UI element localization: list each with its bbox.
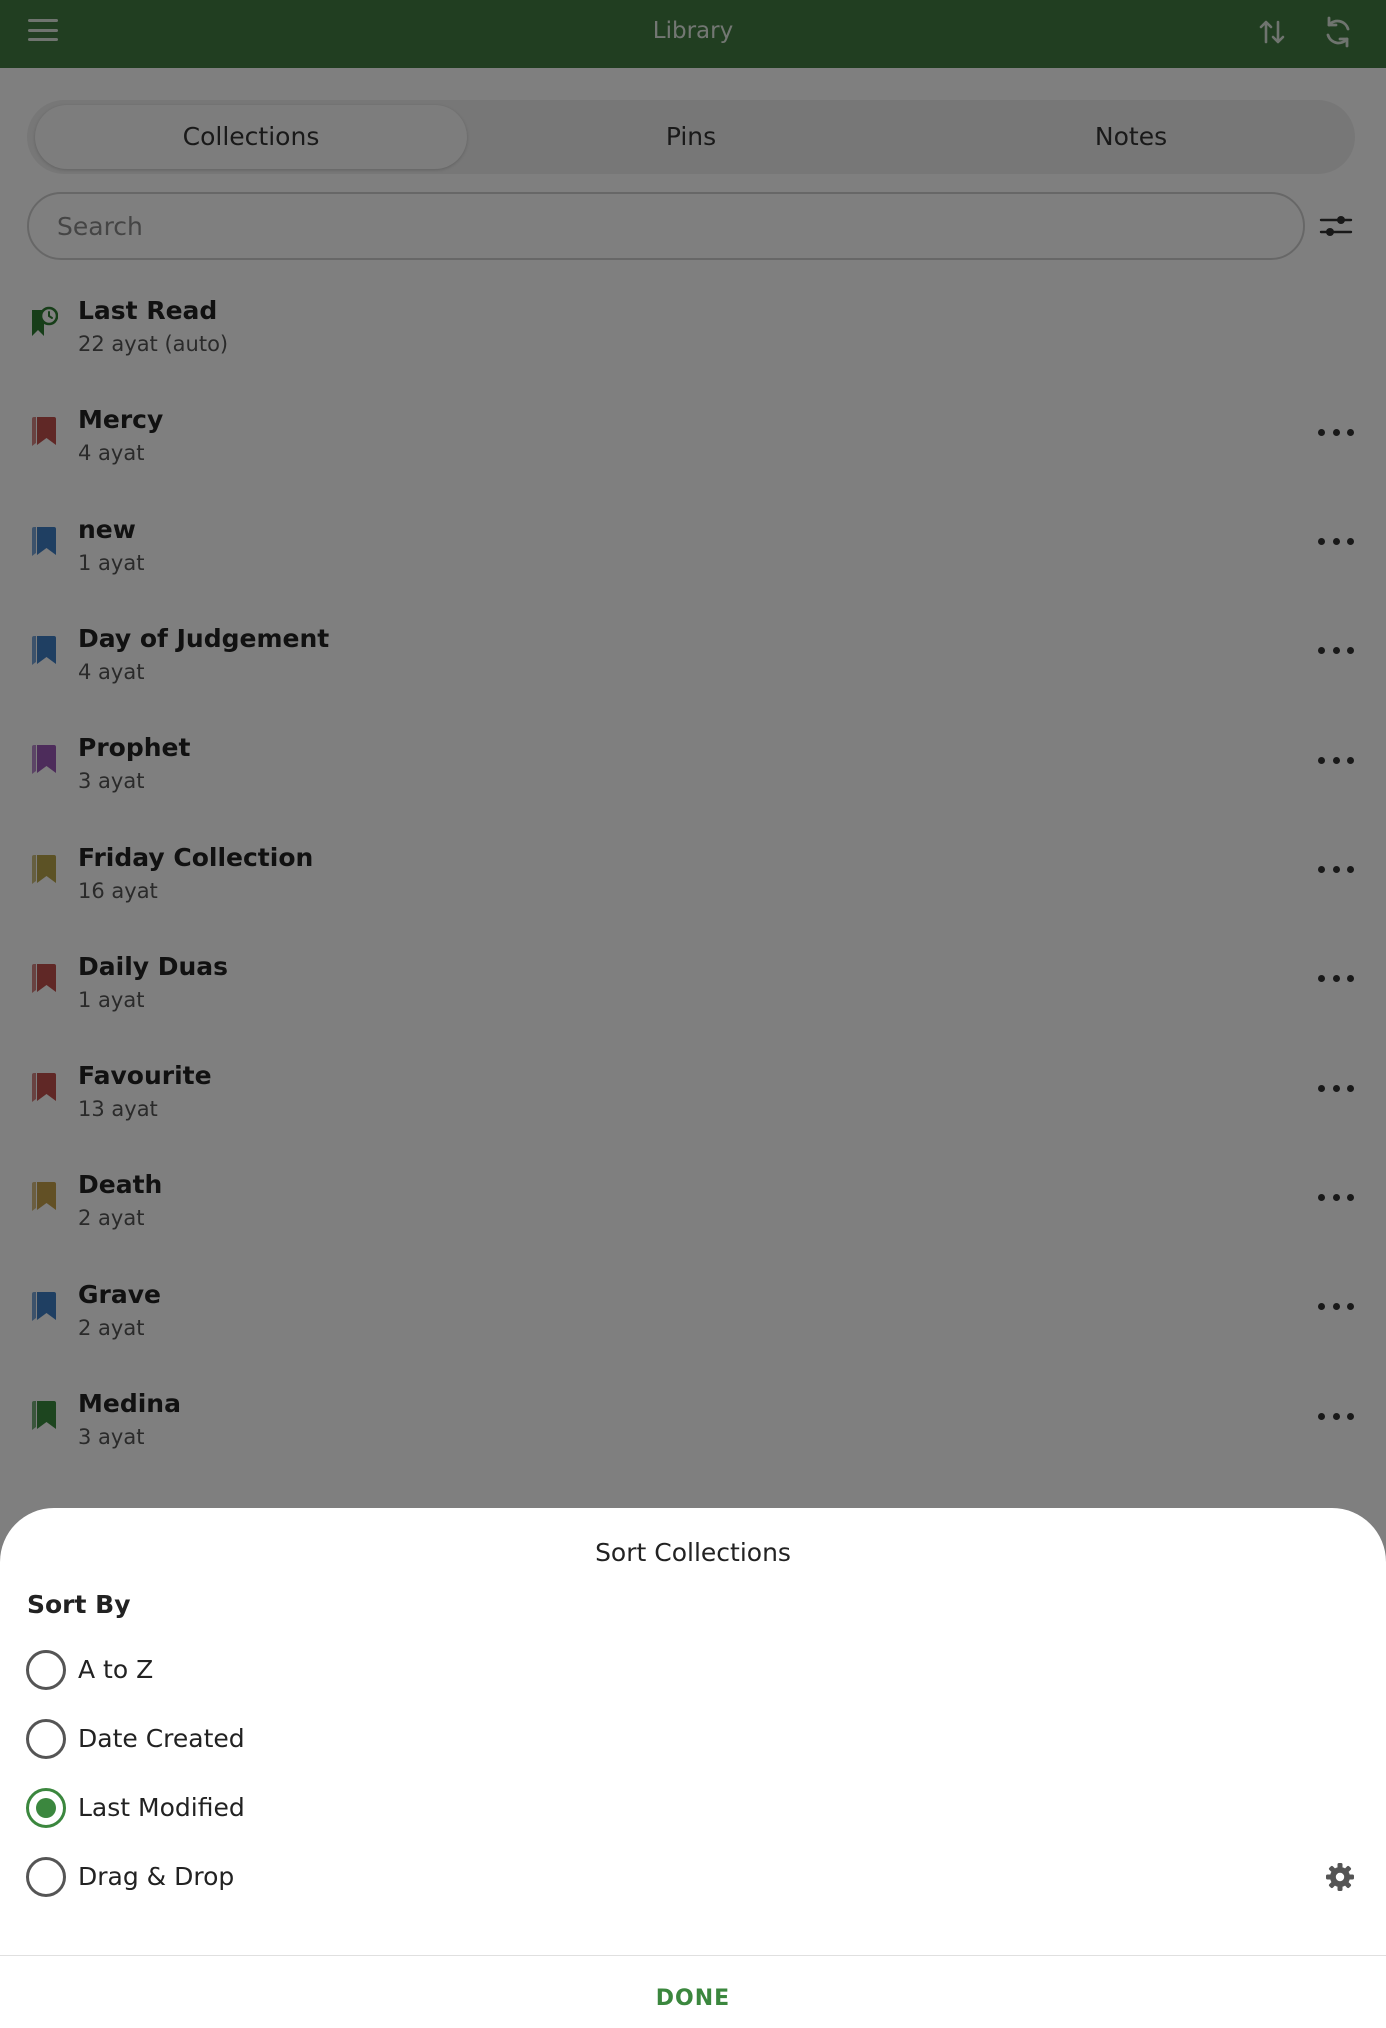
radio-date-created[interactable]: [26, 1719, 66, 1759]
gear-icon[interactable]: [1324, 1861, 1356, 1893]
option-label: Drag & Drop: [78, 1862, 235, 1891]
sort-option-last-modified[interactable]: Last Modified: [0, 1776, 1386, 1840]
radio-last-modified[interactable]: [26, 1788, 66, 1828]
option-label: Last Modified: [78, 1793, 245, 1822]
option-label: A to Z: [78, 1655, 154, 1684]
divider: [0, 1955, 1386, 1956]
sort-by-heading: Sort By: [27, 1590, 131, 1619]
sort-option-drag-drop[interactable]: Drag & Drop: [0, 1845, 1386, 1909]
sort-option-a-to-z[interactable]: A to Z: [0, 1638, 1386, 1702]
sheet-title: Sort Collections: [595, 1538, 791, 1567]
done-button[interactable]: DONE: [0, 1986, 1386, 2011]
option-label: Date Created: [78, 1724, 245, 1753]
sort-sheet: Sort Collections Sort By A to Z Date Cre…: [0, 1508, 1386, 2028]
sort-option-date-created[interactable]: Date Created: [0, 1707, 1386, 1771]
radio-a-to-z[interactable]: [26, 1650, 66, 1690]
radio-drag-drop[interactable]: [26, 1857, 66, 1897]
